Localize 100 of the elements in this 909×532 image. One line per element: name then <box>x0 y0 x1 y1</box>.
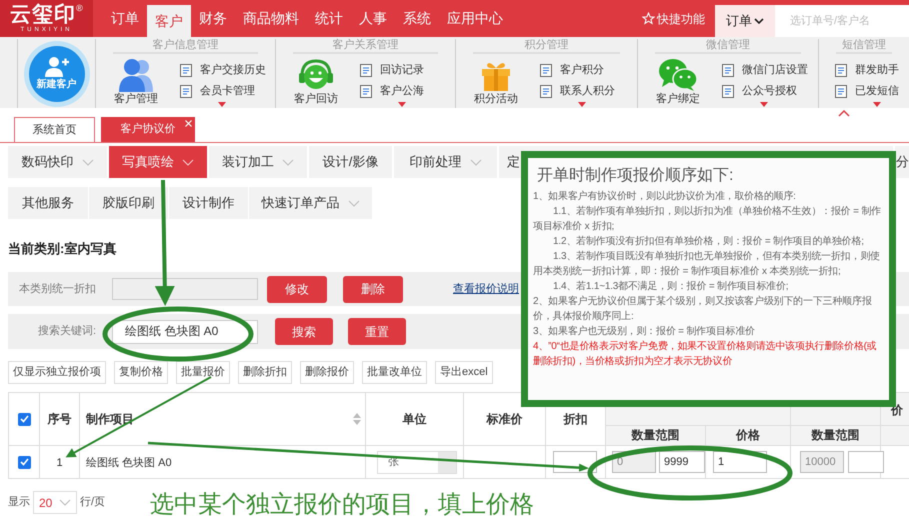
gift-icon <box>480 60 512 92</box>
form-button[interactable]: 重置 <box>348 318 406 345</box>
feature-button[interactable]: 客户管理 <box>112 58 160 107</box>
chat-bubbles-icon <box>658 58 698 92</box>
help-link[interactable]: 查看报价说明 <box>453 280 519 298</box>
feature-button[interactable]: 积分活动 <box>472 60 520 107</box>
toolbar-button[interactable]: 删除报价 <box>300 361 354 384</box>
tooltip-text: 1.4、若1.1~1.3都不满足，则：报价 = 制作项目标准价; <box>552 280 790 294</box>
column-header: 数量范围 <box>606 426 706 446</box>
search-scope-dropdown[interactable]: 订单 <box>715 5 775 37</box>
tooltip-text: 1、如果客户有协议价时，则以此协议价为准，取价格的顺序: <box>533 190 797 204</box>
registered-mark: ® <box>76 4 83 12</box>
tooltip-text: 1.3、若制作项目既没有单独折扣也无单独报价，但有本类别统一折扣，则使用本类别统一折扣计算，即：报价 = 制作项目标准价 x 本类别统一折扣; <box>533 250 881 279</box>
discount-field[interactable] <box>112 278 258 300</box>
toolbar-button[interactable]: 复制价格 <box>114 361 168 384</box>
category-tab[interactable]: 快速订单产品 <box>249 187 372 219</box>
tooltip-text: 3、如果客户也无级别，则：报价 = 制作项目标准价 <box>533 324 756 339</box>
caret-icon[interactable] <box>398 102 406 107</box>
page-tab[interactable]: 客户协议价 <box>101 117 195 142</box>
group-title: 短信管理 <box>836 39 892 54</box>
ribbon-link[interactable]: 会员卡管理 <box>180 84 266 99</box>
nav-tab[interactable]: 财务 <box>191 0 235 37</box>
toolbar-button[interactable]: 删除折扣 <box>238 361 292 384</box>
caret-icon[interactable] <box>873 102 881 107</box>
feature-button[interactable]: 客户绑定 <box>654 58 702 107</box>
ribbon-link[interactable]: 公众号授权 <box>722 84 808 99</box>
nav-tab[interactable]: 系统 <box>395 0 439 37</box>
checkbox[interactable] <box>18 456 30 468</box>
annotation-text: 选中某个独立报价的项目，填上价格 <box>150 490 534 520</box>
caret-icon[interactable] <box>760 102 768 107</box>
table-cell: 绘图纸 色块图 A0 <box>86 456 172 469</box>
category-tab[interactable]: 胶版印刷 <box>89 187 168 219</box>
toolbar-button[interactable]: 导出excel <box>435 361 493 384</box>
category-tab[interactable]: 数码快印 <box>8 146 107 178</box>
ribbon-link[interactable]: 客户公海 <box>360 84 424 99</box>
document-icon <box>835 85 847 98</box>
category-tab[interactable]: 其他服务 <box>8 187 88 219</box>
document-icon <box>540 85 552 98</box>
range-end-input[interactable] <box>848 451 884 473</box>
group-title: 客户关系管理 <box>293 39 438 54</box>
tooltip-text: 2、如果客户无协议价但属于某个级别，则又按该客户级别下的一下三种顺序报价，具体报价顺序同上: <box>533 294 873 324</box>
people-icon <box>117 58 155 92</box>
column-header: 数量范围 <box>790 426 880 446</box>
chevron-down-icon <box>59 499 71 506</box>
category-tab[interactable]: 装订加工 <box>209 146 307 178</box>
nav-tab[interactable]: 统计 <box>307 0 351 37</box>
caret-icon[interactable] <box>218 102 226 107</box>
page-size-select[interactable]: 20 <box>33 491 77 514</box>
field-label: 本类别统一折扣 <box>18 282 96 297</box>
category-tab[interactable]: 分 <box>895 146 909 178</box>
tooltip-text: 4、”0“也是价格表示对客户免费，如果不设置价格则请选中该项执行删除价格(或删除折扣)，当价格或折扣为空才表示无协议价 <box>533 340 878 369</box>
table-cell: 1 <box>56 456 63 469</box>
document-icon <box>722 64 734 77</box>
form-button[interactable]: 修改 <box>267 276 327 302</box>
checkbox[interactable] <box>18 412 30 426</box>
search-field[interactable]: 选订单号/客户名 <box>775 5 909 37</box>
nav-tab[interactable]: 订单 <box>103 0 147 37</box>
tooltip-title: 开单时制作项报价顺序如下: <box>536 166 734 186</box>
page-tab[interactable]: 系统首页 <box>14 117 95 142</box>
field-label: 搜索关键词: <box>36 324 96 340</box>
logo-wordmark: 云玺印 <box>10 4 76 26</box>
star-icon <box>642 12 655 25</box>
headset-smiley-icon <box>298 58 334 92</box>
ribbon-link[interactable]: 客户积分 <box>540 63 615 78</box>
ribbon-link[interactable]: 微信门店设置 <box>722 63 808 78</box>
toolbar-button[interactable]: 仅显示独立报价项 <box>8 361 106 384</box>
keyword-field[interactable]: 绘图纸 色块图 A0 <box>112 320 258 344</box>
ribbon-link[interactable]: 联系人积分 <box>540 84 615 99</box>
ribbon-link[interactable]: 客户交接历史 <box>180 63 266 78</box>
nav-tab[interactable]: 客户 <box>147 5 191 37</box>
range-end-input[interactable]: 9999 <box>659 451 705 473</box>
toolbar-button[interactable]: 批量改单位 <box>362 361 427 384</box>
category-tab[interactable]: 设计制作 <box>169 187 248 219</box>
pagination-label: 行/页 <box>80 495 106 510</box>
form-button[interactable]: 删除 <box>343 276 403 302</box>
column-header: 价格 <box>706 426 790 446</box>
category-tab[interactable]: 印前处理 <box>394 146 497 178</box>
nav-tab[interactable]: 商品物料 <box>235 0 307 37</box>
column-header: 序号 <box>40 392 80 446</box>
ribbon-link[interactable]: 回访记录 <box>360 63 424 78</box>
toolbar-button[interactable]: 批量报价 <box>176 361 230 384</box>
add-user-icon <box>44 56 70 78</box>
document-icon <box>722 85 734 98</box>
nav-tab[interactable]: 人事 <box>351 0 395 37</box>
group-title: 微信管理 <box>655 39 801 54</box>
form-button[interactable]: 搜索 <box>275 318 333 345</box>
document-icon <box>835 64 847 77</box>
close-icon[interactable] <box>185 120 192 127</box>
nav-tab[interactable]: 应用中心 <box>439 0 511 37</box>
ribbon-link[interactable]: 已发短信 <box>835 84 899 99</box>
category-tab[interactable]: 设计/影像 <box>309 146 392 178</box>
caret-icon[interactable] <box>578 102 586 107</box>
ribbon-link[interactable]: 群发助手 <box>835 63 899 78</box>
tooltip-text: 1.1、若制作项有单独折扣，则以折扣为准（单独价格不生效）：报价 = 制作项目标准价 x 折扣; <box>533 204 882 234</box>
document-icon <box>360 64 372 77</box>
pagination-label: 显示 <box>8 495 30 510</box>
collapse-icon[interactable] <box>838 110 850 117</box>
shortcut-link[interactable]: 快捷功能 <box>642 0 705 37</box>
feature-button[interactable]: 客户回访 <box>292 58 340 107</box>
category-tab[interactable]: 写真喷绘 <box>109 146 207 178</box>
